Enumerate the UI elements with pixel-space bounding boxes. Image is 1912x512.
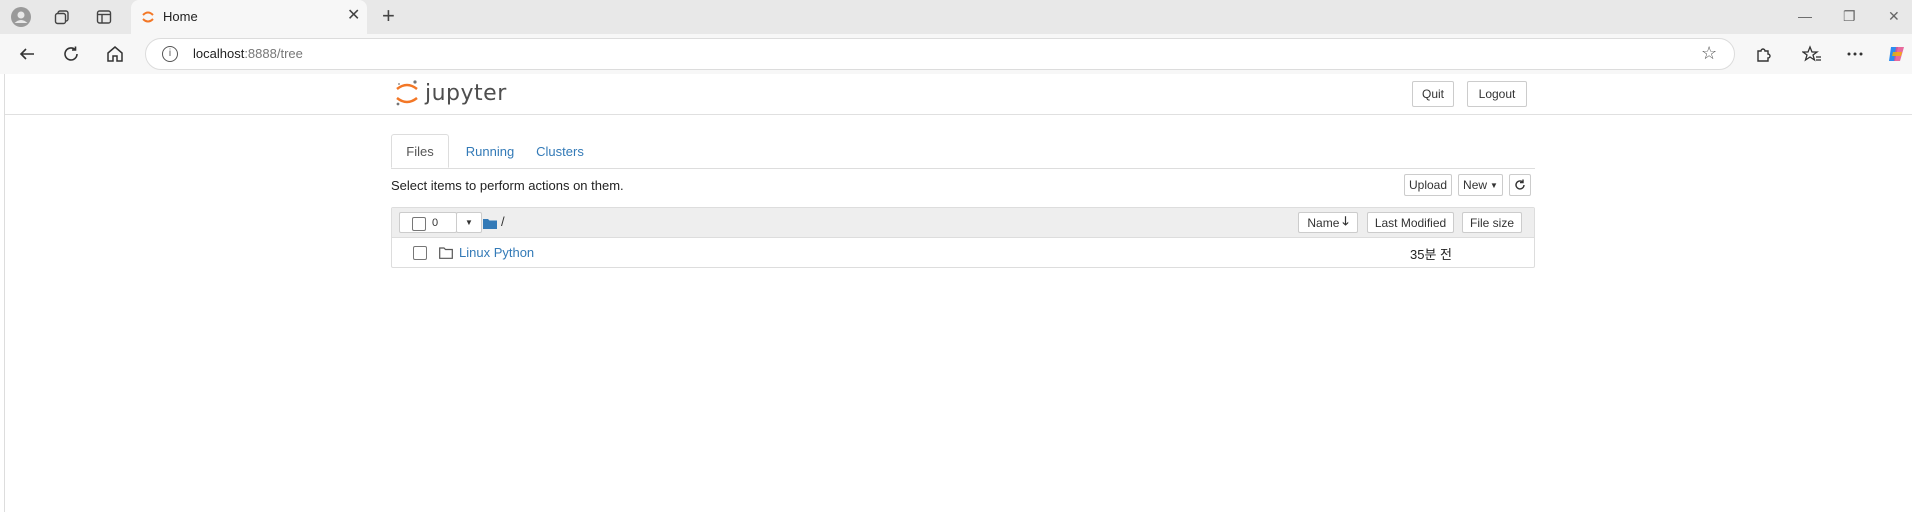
tab-running[interactable]: Running xyxy=(457,134,523,168)
browser-toolbar: i localhost:8888/tree ☆ xyxy=(0,34,1912,74)
site-info-icon[interactable]: i xyxy=(162,46,178,62)
favorites-icon[interactable] xyxy=(1801,43,1823,65)
close-window-icon[interactable]: ✕ xyxy=(1888,8,1900,25)
extensions-icon[interactable] xyxy=(1752,43,1774,65)
refresh-button[interactable] xyxy=(1509,174,1531,196)
tab-clusters[interactable]: Clusters xyxy=(527,134,593,168)
breadcrumb-root[interactable]: / xyxy=(501,214,505,229)
sort-by-last-modified-button[interactable]: Last Modified xyxy=(1367,212,1454,233)
select-all-control[interactable]: 0 xyxy=(399,212,457,233)
url-text: localhost:8888/tree xyxy=(193,46,303,61)
browser-tab-bar: Home ✕ + — ❐ ✕ xyxy=(0,0,1912,34)
caret-down-icon: ▼ xyxy=(1490,180,1498,190)
jupyter-page: jupyter Quit Logout Files Running Cluste… xyxy=(4,74,1912,512)
folder-icon[interactable] xyxy=(483,216,497,234)
sort-by-name-button[interactable]: Name 🡓 xyxy=(1298,212,1358,233)
logout-button[interactable]: Logout xyxy=(1467,81,1527,107)
new-dropdown-button[interactable]: New ▼ xyxy=(1458,174,1503,196)
new-button-label: New xyxy=(1463,178,1488,192)
favorite-star-icon[interactable]: ☆ xyxy=(1701,43,1717,64)
jupyter-logo[interactable]: jupyter xyxy=(395,78,507,108)
item-modified: 35분 전 xyxy=(1410,247,1452,262)
select-dropdown-button[interactable]: ▼ xyxy=(456,212,482,233)
caret-down-icon: ▼ xyxy=(465,218,473,227)
home-icon[interactable] xyxy=(103,42,127,66)
selection-hint: Select items to perform actions on them. xyxy=(391,178,624,193)
sort-by-file-size-button[interactable]: File size xyxy=(1462,212,1522,233)
file-list-header: 0 ▼ / Name 🡓 Last Modified File size xyxy=(392,208,1534,238)
address-bar[interactable]: i localhost:8888/tree ☆ xyxy=(145,38,1735,70)
select-all-checkbox[interactable] xyxy=(412,217,426,231)
reload-icon[interactable] xyxy=(59,42,83,66)
jupyter-header: jupyter Quit Logout xyxy=(5,74,1912,115)
file-list: 0 ▼ / Name 🡓 Last Modified File size Lin… xyxy=(391,207,1535,268)
new-tab-icon[interactable]: + xyxy=(382,5,395,27)
arrow-down-icon: 🡓 xyxy=(1342,214,1349,228)
back-icon[interactable] xyxy=(15,42,39,66)
jupyter-logo-icon xyxy=(396,80,418,106)
tab-title: Home xyxy=(163,9,198,24)
more-options-icon[interactable] xyxy=(1844,43,1866,65)
restore-icon[interactable]: ❐ xyxy=(1843,8,1856,25)
dashboard-tabs: Files Running Clusters xyxy=(391,134,1535,169)
tab-files[interactable]: Files xyxy=(391,134,449,168)
copilot-icon[interactable] xyxy=(1886,43,1908,65)
list-item[interactable]: Linux Python 35분 전 xyxy=(392,238,1534,267)
minimize-icon[interactable]: — xyxy=(1798,8,1812,24)
logo-text: jupyter xyxy=(425,80,507,106)
item-name-link[interactable]: Linux Python xyxy=(459,245,534,260)
tab-actions-icon[interactable] xyxy=(94,7,114,27)
name-column-label: Name xyxy=(1307,215,1340,230)
selected-count: 0 xyxy=(432,217,439,229)
collections-icon[interactable] xyxy=(52,7,72,27)
refresh-icon xyxy=(1515,179,1525,190)
close-tab-icon[interactable]: ✕ xyxy=(347,8,360,24)
item-checkbox[interactable] xyxy=(413,246,427,260)
quit-button[interactable]: Quit xyxy=(1412,81,1454,107)
profile-icon[interactable] xyxy=(11,7,31,27)
browser-tab-home[interactable]: Home ✕ xyxy=(131,0,367,34)
jupyter-favicon-icon xyxy=(141,10,155,24)
folder-outline-icon xyxy=(439,246,453,264)
upload-button[interactable]: Upload xyxy=(1404,174,1452,196)
